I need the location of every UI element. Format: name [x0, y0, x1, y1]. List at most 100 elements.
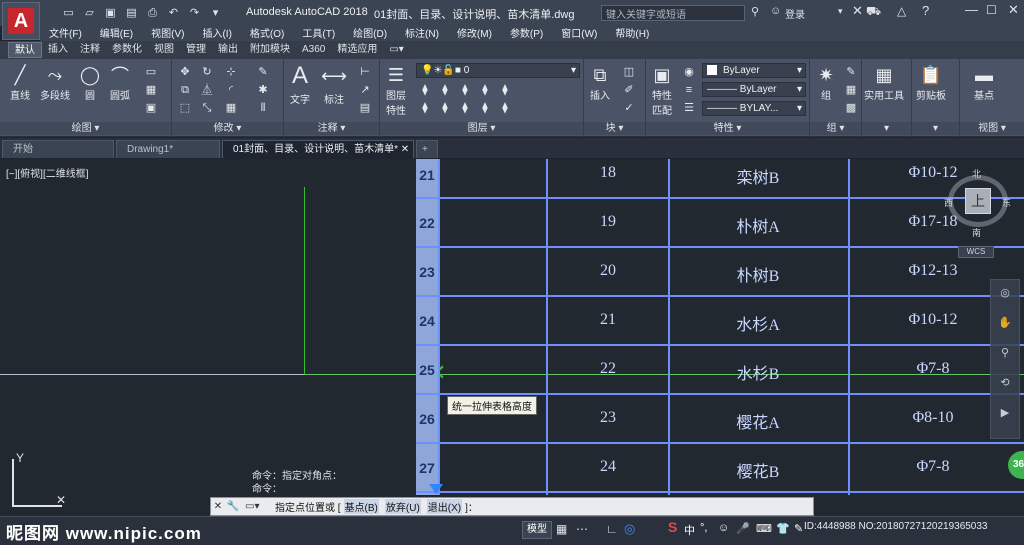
- login-dropdown-icon[interactable]: ▾: [838, 6, 843, 17]
- menu-file[interactable]: 文件(F): [40, 25, 91, 40]
- text-button[interactable]: A 文字: [288, 61, 312, 106]
- layer-previous-icon[interactable]: ⧫: [498, 101, 512, 115]
- menu-parametric[interactable]: 参数(P): [501, 25, 552, 40]
- table-cell-spec[interactable]: Φ7-8: [868, 458, 998, 476]
- explode-icon[interactable]: ✱: [256, 83, 270, 97]
- table-cell-no[interactable]: 19: [568, 213, 648, 231]
- ime-chinese-icon[interactable]: 中: [684, 522, 695, 538]
- help-icon[interactable]: ?: [922, 3, 929, 18]
- layers-panel-label[interactable]: 图层 ▾: [380, 122, 583, 135]
- option-base-point[interactable]: 基点(B): [343, 499, 379, 514]
- table-cell-spec[interactable]: Φ7-8: [868, 360, 998, 378]
- dimension-button[interactable]: ⟷ 标注: [321, 61, 347, 107]
- color-wheel-icon[interactable]: ◉: [682, 65, 696, 79]
- table-cell-name[interactable]: 樱花A: [678, 409, 838, 433]
- save-icon[interactable]: ▣: [104, 7, 117, 20]
- showmotion-icon[interactable]: ▶: [998, 406, 1012, 420]
- layer-on-icon[interactable]: ⧫: [418, 101, 432, 115]
- tab-default[interactable]: 默认: [8, 42, 42, 58]
- model-space-button[interactable]: 模型: [522, 521, 552, 539]
- scale-icon[interactable]: ⤡: [200, 101, 214, 115]
- erase-icon[interactable]: ✎: [256, 65, 270, 79]
- fillet-icon[interactable]: ◜: [224, 83, 238, 97]
- table-cell-spec[interactable]: Φ8-10: [868, 409, 998, 427]
- compass-east[interactable]: 东: [1002, 196, 1011, 209]
- ime-emoji-icon[interactable]: ☺: [718, 522, 729, 534]
- table-cell-name[interactable]: 樱花B: [678, 458, 838, 482]
- polyline-button[interactable]: ⤳ 多段线: [40, 63, 70, 103]
- leader-icon[interactable]: ↗: [358, 83, 372, 97]
- undo-icon[interactable]: ↶: [167, 7, 180, 20]
- stretch-icon[interactable]: ⬚: [178, 101, 192, 115]
- groups-panel-label[interactable]: 组 ▾: [810, 122, 861, 135]
- group-select-icon[interactable]: ▩: [844, 101, 858, 115]
- redo-icon[interactable]: ↷: [188, 7, 201, 20]
- layer-isolate-icon[interactable]: ⧫: [438, 83, 452, 97]
- qat-dropdown-icon[interactable]: ▾: [209, 7, 222, 20]
- match-properties-button[interactable]: ▣ 特性 匹配: [650, 63, 674, 118]
- wcs-menu[interactable]: WCS: [958, 246, 994, 258]
- table-cell-name[interactable]: 朴树A: [678, 213, 838, 237]
- viewcube-top-face[interactable]: 上: [965, 188, 991, 214]
- region-icon[interactable]: ▣: [144, 101, 158, 115]
- table-cell-spec[interactable]: Φ10-12: [868, 311, 998, 329]
- draw-panel-label[interactable]: 绘图 ▾: [0, 122, 171, 135]
- layer-unisolate-icon[interactable]: ⧫: [438, 101, 452, 115]
- layer-thaw-icon[interactable]: ⧫: [458, 101, 472, 115]
- command-customize-icon[interactable]: 🔧: [225, 501, 241, 512]
- close-tab-icon[interactable]: ✕: [401, 144, 409, 155]
- save-as-icon[interactable]: ▤: [125, 7, 138, 20]
- layer-unlock-icon[interactable]: ⧫: [478, 101, 492, 115]
- grid-icon[interactable]: ▦: [556, 522, 567, 536]
- snap-icon[interactable]: ⋯: [576, 522, 588, 536]
- user-icon[interactable]: ☺: [770, 5, 781, 17]
- modify-panel-label[interactable]: 修改 ▾: [172, 122, 283, 135]
- ime-skin-icon[interactable]: 👕: [776, 522, 790, 535]
- menu-help[interactable]: 帮助(H): [606, 25, 658, 40]
- table-icon[interactable]: ▤: [358, 101, 372, 115]
- ortho-icon[interactable]: ∟: [606, 522, 618, 536]
- tab-manage[interactable]: 管理: [180, 42, 212, 58]
- array-icon[interactable]: ▦: [224, 101, 238, 115]
- lineweight-dropdown[interactable]: ——— BYLAY... ▾: [702, 101, 806, 116]
- linear-dim-icon[interactable]: ⊢: [358, 65, 372, 79]
- menu-draw[interactable]: 绘图(D): [344, 25, 396, 40]
- viewcube[interactable]: 上 北 南 西 东: [944, 167, 1012, 238]
- menu-modify[interactable]: 修改(M): [448, 25, 501, 40]
- open-file-icon[interactable]: ▱: [83, 7, 96, 20]
- color-dropdown[interactable]: ByLayer ▾: [702, 63, 806, 78]
- connect-icon[interactable]: △: [897, 4, 906, 18]
- minimize-icon[interactable]: —: [965, 2, 978, 17]
- clipboard-panel-label[interactable]: ▾: [912, 122, 959, 135]
- row-number[interactable]: 21: [416, 167, 438, 183]
- tab-insert[interactable]: 插入: [42, 42, 74, 58]
- layer-off-icon[interactable]: ⧫: [418, 83, 432, 97]
- search-input[interactable]: 键入关键字或短语: [606, 6, 686, 21]
- plot-icon[interactable]: ⎙: [146, 7, 159, 20]
- menu-tools[interactable]: 工具(T): [293, 25, 344, 40]
- list-icon[interactable]: ☰: [682, 101, 696, 115]
- tab-view[interactable]: 视图: [148, 42, 180, 58]
- compass-north[interactable]: 北: [972, 167, 981, 180]
- table-cell-name[interactable]: 朴树B: [678, 262, 838, 286]
- rectangle-icon[interactable]: ▭: [144, 65, 158, 79]
- drawing-canvas[interactable]: [−][俯视][二维线框] ✕ 21 22 23 24 25 26 27 18 …: [0, 159, 1024, 516]
- ime-keyboard-icon[interactable]: ⌨: [756, 522, 772, 535]
- new-file-icon[interactable]: ▭: [62, 7, 75, 20]
- new-tab-icon[interactable]: +: [416, 140, 438, 158]
- utilities-panel-label[interactable]: ▾: [862, 122, 911, 135]
- tab-featured-apps[interactable]: 精选应用: [331, 42, 383, 58]
- plant-table[interactable]: 21 22 23 24 25 26 27 18 栾树B Φ10-12 19 朴树…: [416, 159, 1024, 495]
- insert-block-button[interactable]: ⧉ 插入: [588, 63, 612, 103]
- arc-button[interactable]: ⌒ 圆弧: [108, 63, 132, 102]
- layer-match-icon[interactable]: ⧫: [498, 83, 512, 97]
- attribute-icon[interactable]: ✓: [622, 101, 636, 115]
- close-icon[interactable]: ✕: [1008, 2, 1019, 18]
- row-number[interactable]: 26: [416, 411, 438, 427]
- table-cell-name[interactable]: 水杉A: [678, 311, 838, 335]
- group-button[interactable]: ✷ 组: [814, 63, 838, 103]
- pan-icon[interactable]: ✋: [998, 316, 1012, 330]
- tab-output[interactable]: 输出: [212, 42, 244, 58]
- menu-format[interactable]: 格式(O): [241, 25, 293, 40]
- ime-punct-icon[interactable]: °,: [700, 522, 707, 534]
